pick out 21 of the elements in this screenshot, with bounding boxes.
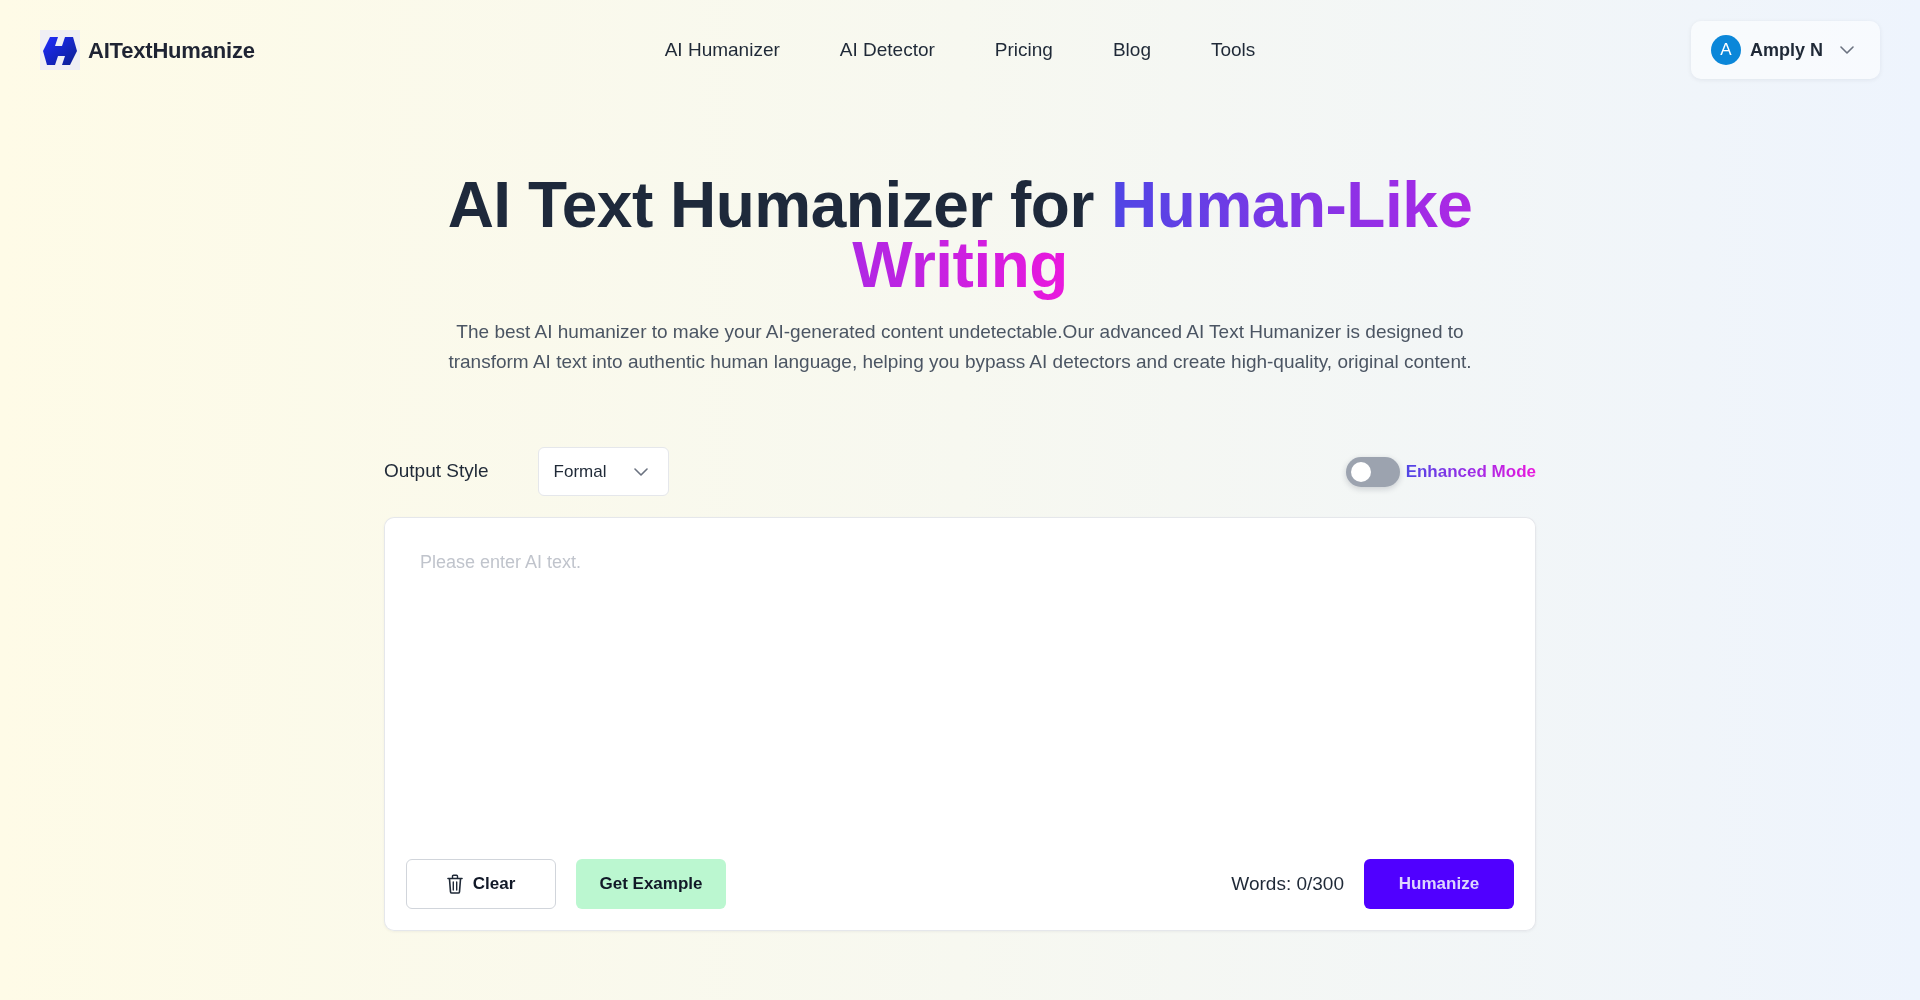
brand-name[interactable]: AITextHumanize — [88, 33, 255, 67]
nav-link[interactable]: Tools — [1210, 35, 1256, 65]
logo-icon — [40, 30, 80, 70]
nav-link[interactable]: Pricing — [994, 35, 1053, 65]
chevron-down-icon — [633, 467, 648, 476]
output-style-select[interactable]: Formal — [537, 447, 669, 496]
avatar: A — [1711, 35, 1741, 65]
get-example-button[interactable]: Get Example — [576, 859, 726, 909]
account-menu-button[interactable]: A Amply N — [1691, 21, 1880, 79]
text-input[interactable]: Please enter AI text. — [384, 517, 1536, 859]
clear-button[interactable]: Clear — [406, 859, 556, 909]
trash-icon — [446, 874, 463, 894]
nav-link[interactable]: AI Detector — [839, 35, 935, 65]
nav-link[interactable]: AI Humanizer — [664, 35, 780, 65]
humanize-button[interactable]: Humanize — [1364, 859, 1514, 909]
output-style-label: Output Style — [384, 459, 489, 484]
toggle-switch[interactable] — [1345, 456, 1400, 487]
nav-link[interactable]: Blog — [1112, 35, 1151, 65]
page-subtitle: The best AI humanizer to make your AI-generated content undetectable.Our advanced AI Text Humanizer is designed to transform AI text into authentic human language, helping you bypass AI detectors and create high-quality, original content. — [447, 320, 1473, 374]
word-count: Words: 0/300 — [1231, 871, 1344, 896]
chevron-down-icon — [1840, 46, 1854, 54]
